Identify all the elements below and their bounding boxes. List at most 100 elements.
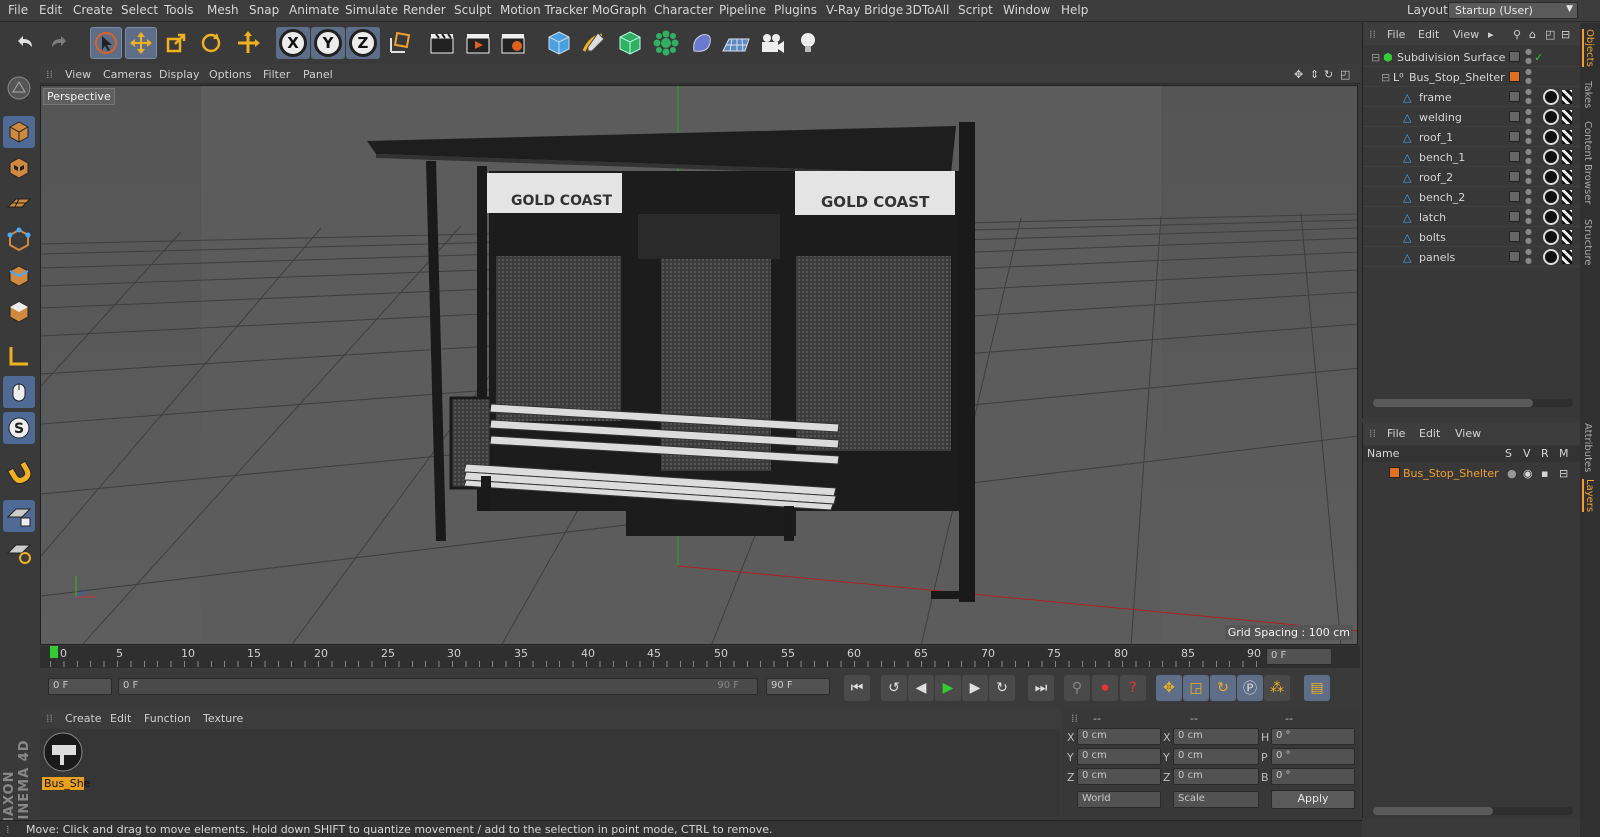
live-selection-tool[interactable] xyxy=(90,27,122,59)
selection-tag-icon[interactable] xyxy=(1562,250,1572,264)
object-row-bench-2[interactable]: △ bench_2 ● ● xyxy=(1363,187,1581,207)
texture-tag-icon[interactable] xyxy=(1543,229,1559,245)
object-row-latch[interactable]: △ latch ● ● xyxy=(1363,207,1581,227)
menu-script[interactable]: Script xyxy=(958,3,993,17)
viewport-camera-label[interactable]: Perspective xyxy=(43,88,115,105)
scrollbar-thumb[interactable] xyxy=(1373,399,1533,407)
camera-object-button[interactable] xyxy=(756,27,788,59)
tweak-mode-button[interactable] xyxy=(3,376,35,408)
menu-snap[interactable]: Snap xyxy=(249,3,279,17)
deformer-button[interactable] xyxy=(686,27,718,59)
undo-button[interactable] xyxy=(8,27,40,59)
subdivision-surface-button[interactable] xyxy=(614,27,646,59)
tab-takes[interactable]: Takes xyxy=(1582,81,1593,108)
texture-mode-button[interactable] xyxy=(3,152,35,184)
menu-help[interactable]: Help xyxy=(1061,3,1088,17)
cloner-button[interactable] xyxy=(650,27,682,59)
visibility-dots-icon[interactable]: ● ● xyxy=(1525,67,1532,85)
material-menu-create[interactable]: Create xyxy=(65,712,102,725)
menu-plugins[interactable]: Plugins xyxy=(774,3,817,17)
cube-primitive-button[interactable] xyxy=(543,27,575,59)
layer-color-swatch[interactable] xyxy=(1509,131,1520,142)
object-row-roof-1[interactable]: △ roof_1 ● ● xyxy=(1363,127,1581,147)
material-menu-function[interactable]: Function xyxy=(144,712,191,725)
viewport-menu-view[interactable]: View xyxy=(65,68,91,81)
visibility-dots-icon[interactable]: ● ● xyxy=(1525,187,1532,205)
visibility-dots-icon[interactable]: ● ● xyxy=(1525,47,1532,65)
previous-frame-button[interactable]: ◀ xyxy=(908,675,934,701)
tab-content-browser[interactable]: Content Browser xyxy=(1582,121,1593,204)
menu-character[interactable]: Character xyxy=(654,3,713,17)
go-to-start-button[interactable]: ⏮ xyxy=(844,675,870,701)
pos-z-field[interactable]: 0 cm xyxy=(1077,768,1161,785)
end-frame-field[interactable]: 90 F xyxy=(766,678,830,695)
viewport-menu-options[interactable]: Options xyxy=(209,68,251,81)
autokeying-button[interactable]: ⏺ xyxy=(1092,675,1118,701)
visibility-eye-icon[interactable]: ◉ xyxy=(1523,467,1533,480)
object-row-bench-1[interactable]: △ bench_1 ● ● xyxy=(1363,147,1581,167)
material-menu-texture[interactable]: Texture xyxy=(203,712,243,725)
menu-simulate[interactable]: Simulate xyxy=(345,3,398,17)
object-row-bolts[interactable]: △ bolts ● ● xyxy=(1363,227,1581,247)
menu-file[interactable]: File xyxy=(8,3,28,17)
collapse-icon[interactable]: ⊟ xyxy=(1371,51,1380,64)
key-pla-button[interactable]: ⁂ xyxy=(1264,675,1290,701)
make-editable-button[interactable] xyxy=(3,72,35,104)
layer-color-swatch[interactable] xyxy=(1389,467,1400,478)
preview-range-slider[interactable]: 0 F 90 F xyxy=(118,678,758,695)
points-mode-button[interactable] xyxy=(3,224,35,256)
object-menu-file[interactable]: File xyxy=(1387,28,1405,41)
visibility-dots-icon[interactable]: ● ● xyxy=(1525,127,1532,145)
menu-create[interactable]: Create xyxy=(73,3,113,17)
tab-objects[interactable]: Objects xyxy=(1582,29,1595,67)
render-toggle-icon[interactable]: ▪ xyxy=(1541,467,1548,480)
selection-tag-icon[interactable] xyxy=(1562,110,1572,124)
viewport-rotate-icon[interactable]: ↻ xyxy=(1324,68,1333,81)
horizontal-scrollbar[interactable] xyxy=(1373,399,1573,407)
polygons-mode-button[interactable] xyxy=(3,296,35,328)
next-key-button[interactable]: ↻ xyxy=(989,675,1015,701)
visibility-dots-icon[interactable]: ● ● xyxy=(1525,167,1532,185)
menu-vray-bridge[interactable]: V-Ray Bridge xyxy=(826,3,903,17)
floor-object-button[interactable] xyxy=(720,27,752,59)
viewport-zoom-icon[interactable]: ⇕ xyxy=(1310,68,1319,81)
model-mode-button[interactable] xyxy=(3,116,35,148)
menu-3dtoall[interactable]: 3DToAll xyxy=(905,3,949,17)
object-menu-view[interactable]: View xyxy=(1453,28,1479,41)
menu-sculpt[interactable]: Sculpt xyxy=(454,3,491,17)
visibility-dots-icon[interactable]: ● ● xyxy=(1525,107,1532,125)
selection-tag-icon[interactable] xyxy=(1562,190,1572,204)
solo-toggle-icon[interactable]: ● xyxy=(1507,467,1517,480)
size-mode-select[interactable]: Scale xyxy=(1173,791,1259,808)
layer-color-swatch[interactable] xyxy=(1509,171,1520,182)
redo-button[interactable] xyxy=(44,27,76,59)
visibility-dots-icon[interactable]: ● ● xyxy=(1525,247,1532,265)
selection-tag-icon[interactable] xyxy=(1562,90,1572,104)
size-z-field[interactable]: 0 cm xyxy=(1173,768,1259,785)
texture-tag-icon[interactable] xyxy=(1543,129,1559,145)
rot-b-field[interactable]: 0 ° xyxy=(1271,768,1355,785)
pen-spline-button[interactable] xyxy=(578,27,610,59)
lock-panel-icon[interactable]: ⊟ xyxy=(1561,28,1570,41)
layer-color-swatch[interactable] xyxy=(1509,111,1520,122)
size-x-field[interactable]: 0 cm xyxy=(1173,728,1259,745)
coordinate-space-select[interactable]: World xyxy=(1077,791,1161,808)
render-view-button[interactable] xyxy=(426,27,458,59)
texture-tag-icon[interactable] xyxy=(1543,109,1559,125)
layer-menu-edit[interactable]: Edit xyxy=(1419,427,1440,440)
playhead[interactable] xyxy=(50,646,58,658)
key-scale-button[interactable]: ◲ xyxy=(1183,675,1209,701)
next-frame-button[interactable]: ▶ xyxy=(962,675,988,701)
viewport-pan-icon[interactable]: ✥ xyxy=(1294,68,1303,81)
layer-color-swatch[interactable] xyxy=(1509,251,1520,262)
visibility-dots-icon[interactable]: ● ● xyxy=(1525,227,1532,245)
object-row-panels[interactable]: △ panels ● ● xyxy=(1363,247,1581,267)
selection-tag-icon[interactable] xyxy=(1562,150,1572,164)
keyframe-selection-button[interactable]: ? xyxy=(1120,675,1146,701)
horizontal-scrollbar[interactable] xyxy=(1373,807,1573,815)
rot-p-field[interactable]: 0 ° xyxy=(1271,748,1355,765)
material-menu-edit[interactable]: Edit xyxy=(110,712,131,725)
new-view-icon[interactable]: ◰ xyxy=(1545,28,1555,41)
collapse-icon[interactable]: ⊟ xyxy=(1381,71,1390,84)
object-row-bus-stop-shelter[interactable]: ⊟ L⁰ Bus_Stop_Shelter ● ● xyxy=(1363,67,1581,87)
